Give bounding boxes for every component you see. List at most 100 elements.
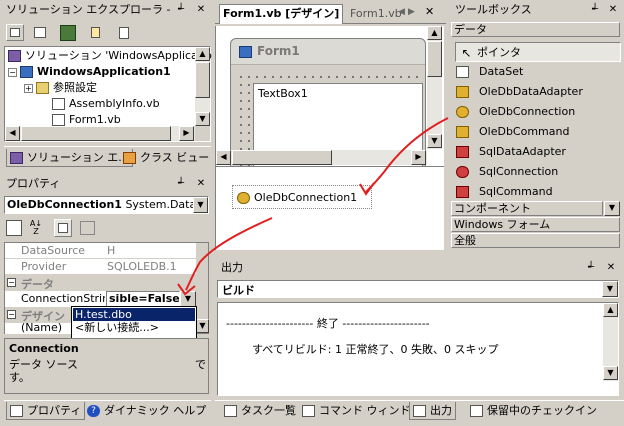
- toolbox-item-oledbcommand[interactable]: OleDbCommand: [454, 122, 569, 141]
- output-panel: 出力 ┵ ✕ ビルド ▼ ---------------------- 終了 -…: [215, 258, 624, 396]
- alphabetical-icon[interactable]: A↓ Z: [28, 220, 44, 236]
- scroll-thumb[interactable]: [195, 62, 210, 98]
- toolbox-group-components[interactable]: コンポーネント: [451, 201, 603, 216]
- scroll-right-icon[interactable]: ▶: [411, 150, 426, 165]
- scroll-thumb[interactable]: [21, 126, 171, 141]
- toolbox-item-sqlcommand[interactable]: SqlCommand: [454, 182, 553, 201]
- property-pages-icon[interactable]: [80, 221, 95, 235]
- scroll-left-icon[interactable]: ◀: [216, 150, 231, 165]
- category-data[interactable]: − データ: [5, 275, 196, 291]
- close-icon[interactable]: ✕: [195, 3, 207, 16]
- scroll-down-icon[interactable]: ▼: [196, 319, 209, 333]
- collapse-icon[interactable]: −: [7, 310, 16, 319]
- scroll-down-icon[interactable]: ▼: [195, 112, 210, 126]
- connectionstring-dropdown-icon[interactable]: ▼: [180, 291, 196, 307]
- tab-form1-design[interactable]: Form1.vb [デザイン]: [219, 4, 344, 24]
- designer-vscrollbar[interactable]: ▲ ▼: [427, 26, 442, 149]
- tab-form1-code[interactable]: Form1.vb: [347, 5, 405, 23]
- property-row-provider[interactable]: Provider SQLOLEDB.1: [5, 259, 196, 275]
- scroll-left-icon[interactable]: ◀: [5, 126, 20, 141]
- scroll-thumb[interactable]: [232, 150, 332, 165]
- bottom-tabs: タスク一覧 コマンド ウィンドウ 出力 保留中のチェックイン: [215, 400, 624, 422]
- toolbox-item-oledbdataadapter[interactable]: OleDbDataAdapter: [454, 82, 583, 101]
- collapse-icon[interactable]: −: [7, 278, 16, 287]
- scroll-up-icon[interactable]: ▲: [195, 47, 210, 61]
- toolbox-item-dataset[interactable]: DataSet: [454, 62, 523, 81]
- scroll-down-icon[interactable]: ▼: [603, 366, 618, 380]
- toolbox-item-sqldataadapter[interactable]: SqlDataAdapter: [454, 142, 566, 161]
- pin-icon[interactable]: ┵: [175, 3, 187, 16]
- tab-scroll-right-icon[interactable]: ▶: [408, 7, 415, 17]
- scroll-up-icon[interactable]: ▲: [427, 26, 442, 40]
- scroll-down-icon[interactable]: ▼: [427, 134, 442, 148]
- properties-view-icon[interactable]: [6, 24, 24, 41]
- form-title: Form1: [257, 44, 300, 58]
- tab-dynamic-help[interactable]: ? ダイナミック ヘルプ: [84, 402, 209, 420]
- copy-icon[interactable]: [88, 25, 104, 41]
- output-text-area[interactable]: ---------------------- 終了 --------------…: [217, 302, 619, 396]
- output-icon: [413, 405, 426, 417]
- tab-label: クラス ビュー: [140, 151, 210, 164]
- tab-output[interactable]: 出力: [409, 402, 456, 420]
- show-all-files-icon[interactable]: [32, 25, 48, 41]
- designer-tabstrip: Form1.vb [デザイン] Form1.vb ◀ ▶ ✕: [215, 2, 446, 24]
- dropdown-option[interactable]: H.test.dbo: [73, 308, 195, 321]
- toolbox-item-label: SqlConnection: [479, 165, 559, 178]
- tab-scroll-left-icon[interactable]: ◀: [398, 7, 405, 17]
- close-icon[interactable]: ✕: [607, 3, 619, 16]
- toolbox-item-sqlconnection[interactable]: SqlConnection: [454, 162, 558, 181]
- tree-item-project[interactable]: − WindowsApplication1: [8, 64, 171, 80]
- view-code-icon[interactable]: [116, 25, 132, 41]
- scroll-right-icon[interactable]: ▶: [179, 126, 194, 141]
- connectionstring-value-field[interactable]: sible=False: [106, 291, 180, 307]
- pin-icon[interactable]: ┵: [585, 261, 597, 274]
- toolbox-item-oledbconnection[interactable]: OleDbConnection: [454, 102, 575, 121]
- tab-class-view[interactable]: クラス ビュー: [120, 149, 212, 167]
- object-selector[interactable]: OleDbConnection1 System.Data.C: [4, 196, 209, 214]
- designer-hscrollbar[interactable]: ◀ ▶: [216, 150, 427, 165]
- toolbox-group-general[interactable]: 全般: [451, 233, 620, 248]
- designer-close-icon[interactable]: ✕: [425, 5, 434, 18]
- tree-item-references[interactable]: + 参照設定: [24, 80, 97, 96]
- tab-solution-explorer[interactable]: ソリューション エ...: [6, 149, 133, 167]
- tree-vscrollbar[interactable]: ▲ ▼: [195, 47, 210, 127]
- tab-command-window[interactable]: コマンド ウィンドウ: [299, 402, 425, 420]
- scroll-thumb[interactable]: [427, 41, 442, 77]
- tab-task-list[interactable]: タスク一覧: [221, 402, 299, 420]
- property-row-connectionstring[interactable]: ConnectionStrin sible=False ▼: [5, 291, 196, 307]
- properties-icon[interactable]: [54, 219, 72, 237]
- close-icon[interactable]: ✕: [605, 261, 617, 274]
- toolbox-scroll-down-icon[interactable]: ▼: [604, 201, 620, 216]
- categorized-icon[interactable]: [6, 220, 22, 236]
- expand-icon[interactable]: +: [24, 83, 33, 93]
- property-value: SQLOLEDB.1: [107, 260, 177, 273]
- tree-item-solution[interactable]: ソリューション 'WindowsApplicatio: [8, 48, 212, 64]
- tree-item-label: ソリューション 'WindowsApplicatio: [25, 49, 212, 62]
- collapse-icon[interactable]: −: [8, 67, 17, 77]
- properties-title: プロパティ: [2, 176, 162, 192]
- oledbconnection1-component[interactable]: OleDbConnection1: [232, 185, 372, 209]
- pin-icon[interactable]: ┵: [589, 3, 601, 16]
- tab-pending-checkins[interactable]: 保留中のチェックイン: [467, 402, 600, 420]
- toolbox-item-label: ポインタ: [477, 46, 521, 59]
- tree-item-assemblyinfo[interactable]: AssemblyInfo.vb: [52, 96, 160, 112]
- tab-properties[interactable]: プロパティ: [6, 402, 86, 420]
- description-title: Connection: [9, 342, 79, 355]
- scroll-up-icon[interactable]: ▲: [603, 303, 618, 317]
- output-source-selector[interactable]: ビルド: [217, 280, 619, 298]
- pin-icon[interactable]: ┵: [175, 177, 187, 190]
- close-icon[interactable]: ✕: [195, 177, 207, 190]
- object-selector-dropdown-icon[interactable]: ▼: [193, 197, 208, 213]
- output-source-dropdown-icon[interactable]: ▼: [602, 281, 618, 297]
- toolbox-group-windows-forms[interactable]: Windows フォーム: [451, 217, 620, 232]
- dropdown-option[interactable]: <新しい接続...>: [73, 321, 195, 334]
- toolbox-group-data[interactable]: データ: [451, 22, 620, 37]
- property-row-datasource[interactable]: DataSource H: [5, 243, 196, 259]
- tree-hscrollbar[interactable]: ◀ ▶: [5, 126, 195, 141]
- output-vscrollbar[interactable]: ▲ ▼: [603, 303, 618, 381]
- toolbox-item-pointer[interactable]: ↖ ポインタ: [455, 42, 621, 62]
- toolbox-item-label: SqlDataAdapter: [479, 145, 566, 158]
- refresh-icon[interactable]: [60, 25, 76, 41]
- design-surface[interactable]: Form1 TextBox1 ▲ ▼ ◀ ▶: [215, 26, 444, 176]
- properties-icon: [10, 405, 23, 417]
